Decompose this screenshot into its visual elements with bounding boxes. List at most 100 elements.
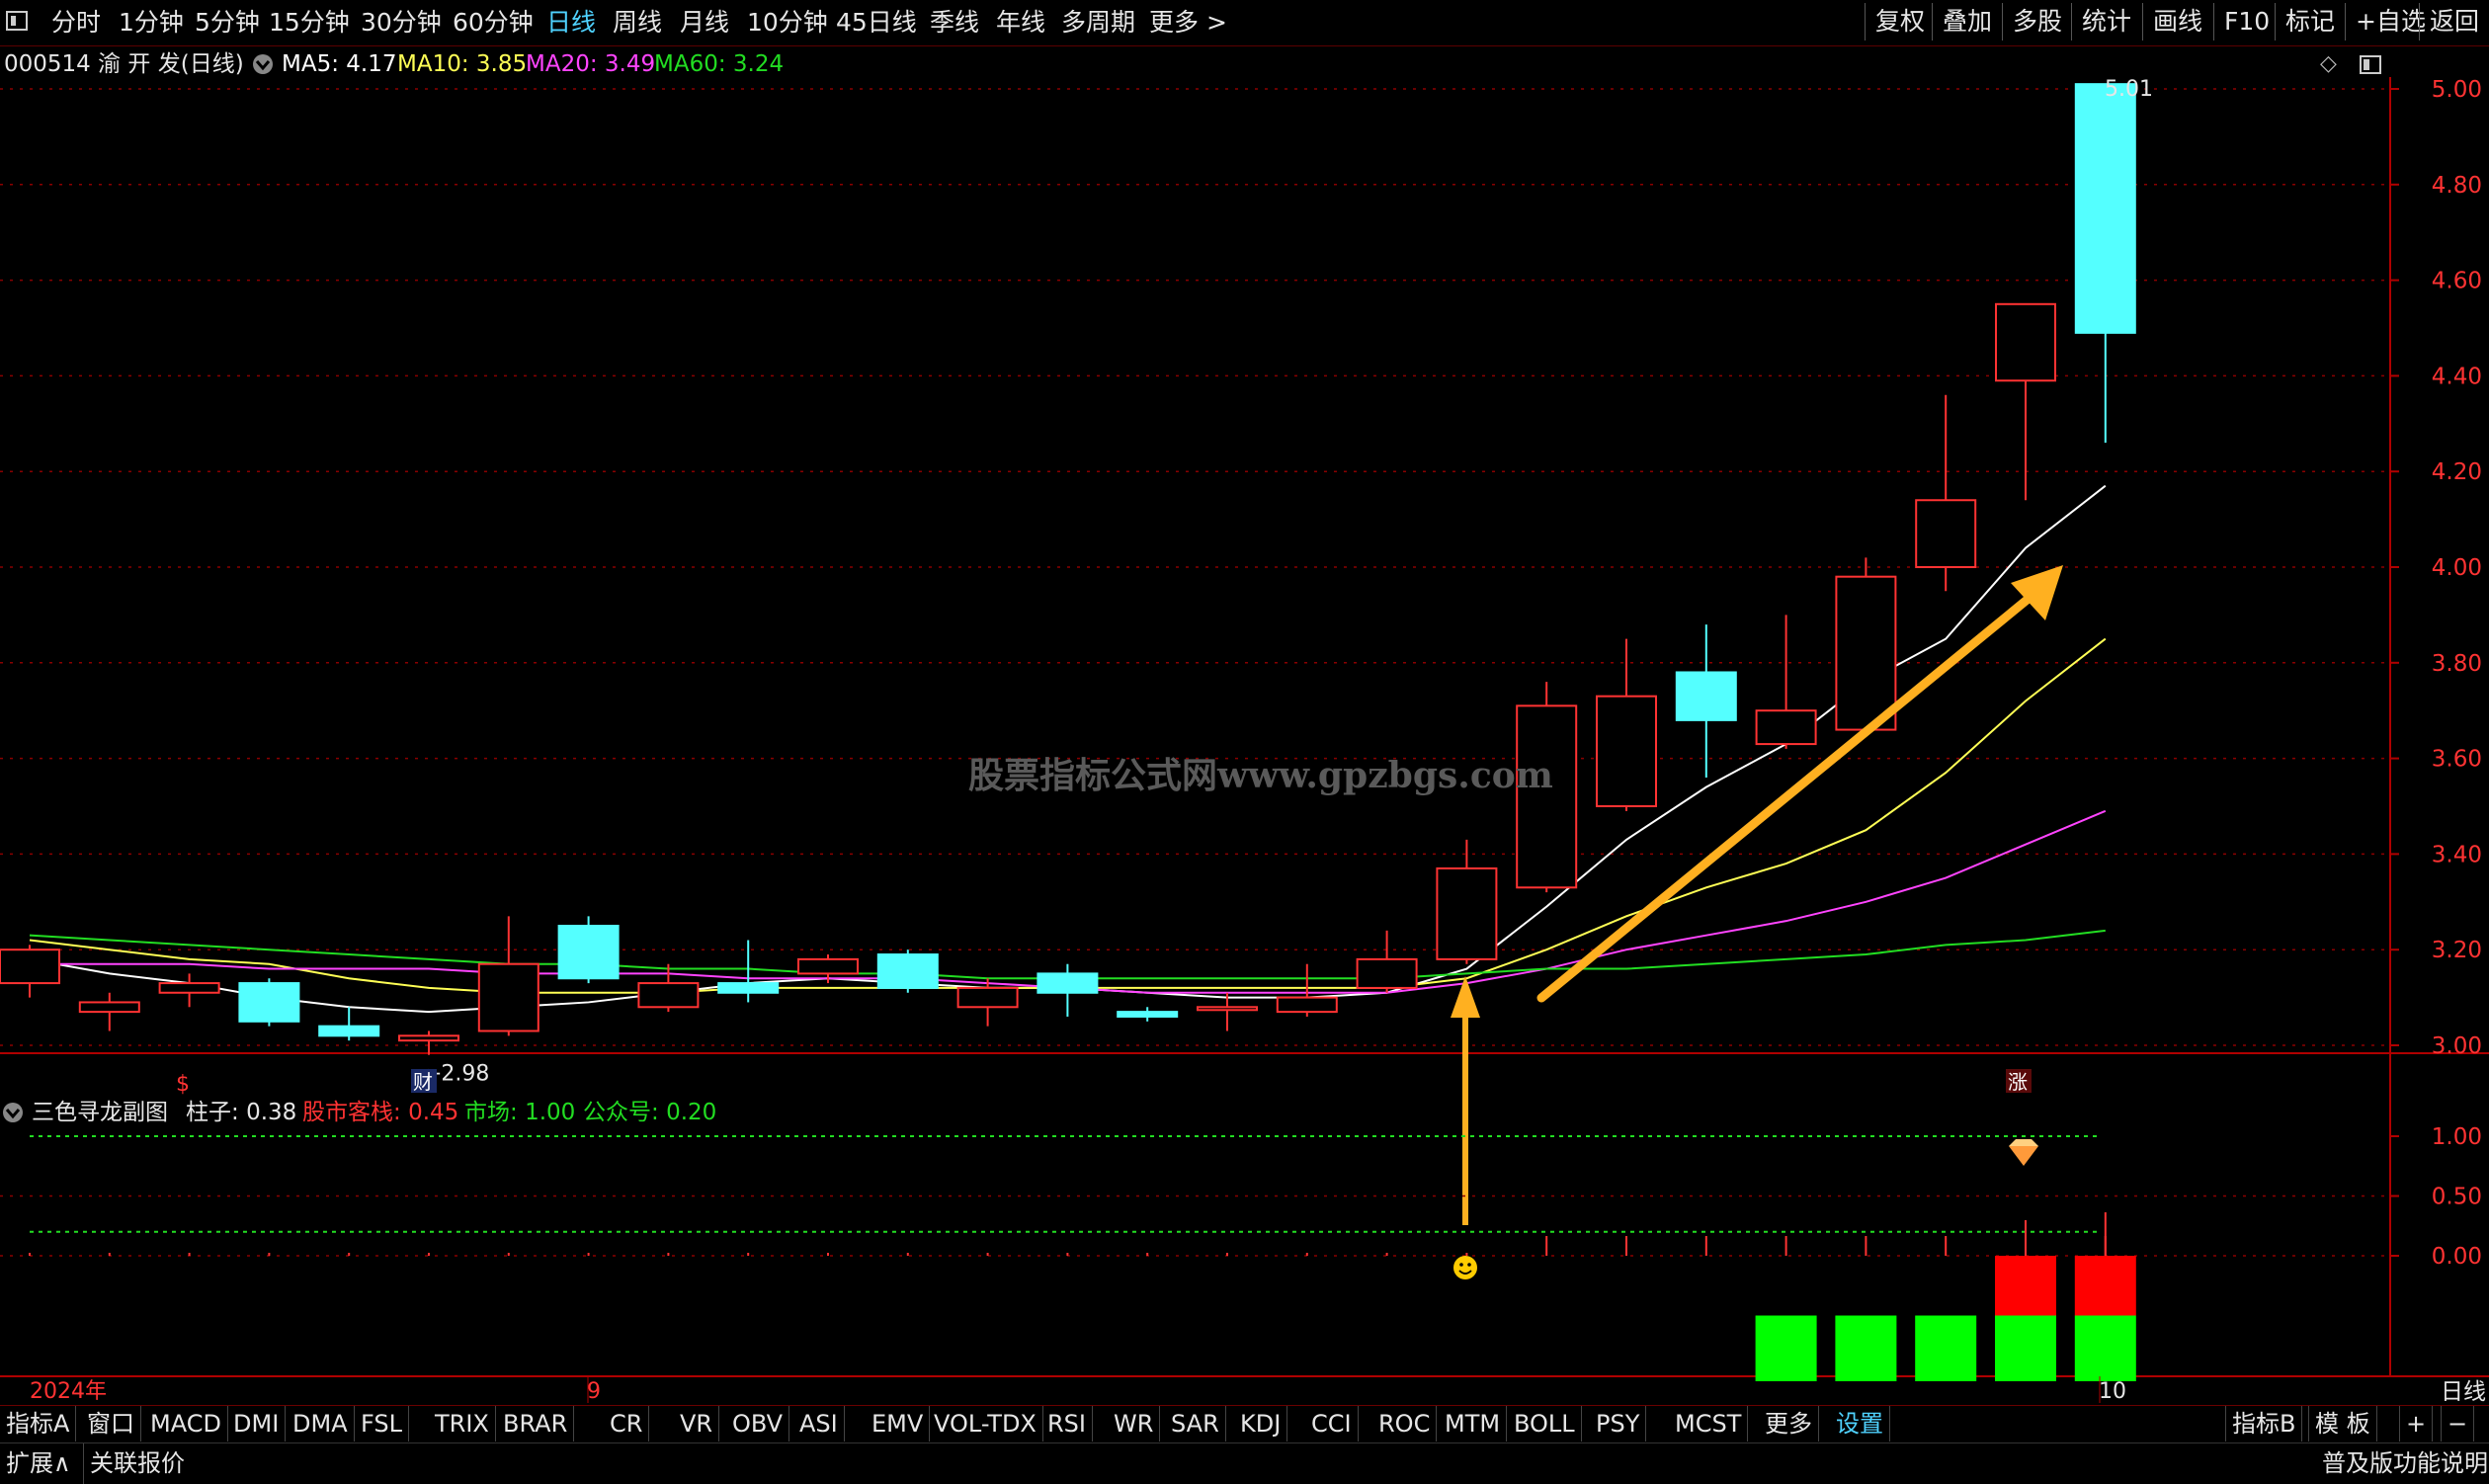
price-tick-label: 3.40 [2432, 842, 2482, 867]
period-tab-7[interactable]: 周线 [613, 4, 662, 41]
indicator-tab-12[interactable]: EMV [866, 1406, 931, 1442]
candle-body [557, 925, 620, 980]
indicator-tab-24[interactable]: 更多 [1759, 1406, 1819, 1442]
candle-body [1995, 302, 2056, 382]
period-tab-1[interactable]: 1分钟 [119, 4, 184, 41]
toolbar-button-5[interactable]: F10 [2213, 3, 2280, 41]
indicator-tab-2[interactable]: MACD [144, 1406, 228, 1442]
candle-body [1436, 866, 1498, 960]
candle-body [78, 1001, 140, 1014]
high-price-label: 5.01 [2105, 77, 2153, 102]
indicator-tab-1[interactable]: 窗口 [81, 1406, 141, 1442]
candle-body [876, 953, 939, 989]
shichang-label: 市场: 1.00 [464, 1100, 576, 1125]
candle-body [1915, 499, 1977, 568]
period-tab-4[interactable]: 30分钟 [361, 4, 442, 41]
indicator-tab-11[interactable]: ASI [793, 1406, 845, 1442]
edition-info-link[interactable]: 普及版功能说明 [2322, 1443, 2488, 1484]
ma20-label: MA20: 3.49 [526, 51, 656, 77]
indicator-tab-13[interactable]: VOL-TDX [928, 1406, 1043, 1442]
candle-body [956, 986, 1019, 1009]
period-tab-11[interactable]: 季线 [930, 4, 979, 41]
diamond-icon[interactable]: ◇ [2320, 47, 2337, 81]
indicator-tab-7[interactable]: BRAR [497, 1406, 575, 1442]
sub-red-bar [1995, 1256, 2056, 1316]
indicator-tab-3[interactable]: DMI [227, 1406, 287, 1442]
candle-body [1675, 671, 1737, 721]
candle-body [1117, 1011, 1179, 1018]
price-tick-label: 4.00 [2432, 555, 2482, 581]
indicator-tab-21[interactable]: BOLL [1508, 1406, 1582, 1442]
indicator-tab-6[interactable]: TRIX [429, 1406, 496, 1442]
bottom-right-button-1[interactable]: 模 板 [2308, 1406, 2377, 1442]
indicator-tab-4[interactable]: DMA [287, 1406, 355, 1442]
status-bar: 扩展∧ 关联报价 普及版功能说明 [0, 1443, 2489, 1484]
period-toolbar: 分时 1分钟 5分钟 15分钟 30分钟 60分钟 日线 周线 月线 10分钟 45日线 季线 年线 多周… [0, 0, 2489, 46]
bottom-right-button-3[interactable]: − [2441, 1406, 2475, 1442]
indicator-tab-8[interactable]: CR [604, 1406, 650, 1442]
panel-toggle-icon[interactable] [2359, 47, 2384, 81]
ma10-label: MA10: 3.85 [397, 51, 528, 77]
price-tick-label: 5.00 [2432, 77, 2482, 103]
related-quote-button[interactable]: 关联报价 [83, 1443, 185, 1484]
sub-dropdown-icon[interactable] [0, 1095, 26, 1130]
bottom-right-button-0[interactable]: 指标B [2225, 1406, 2303, 1442]
sub-axis-label: 0.00 [2432, 1244, 2482, 1270]
toolbar-button-4[interactable]: 画线 [2142, 3, 2212, 41]
indicator-tab-18[interactable]: CCI [1305, 1406, 1359, 1442]
period-tab-2[interactable]: 5分钟 [195, 4, 260, 41]
indicator-tab-0[interactable]: 指标A [0, 1406, 77, 1442]
candle-body [717, 982, 780, 994]
indicator-tab-20[interactable]: MTM [1439, 1406, 1508, 1442]
period-tab-5[interactable]: 60分钟 [453, 4, 534, 41]
period-tab-14[interactable]: 更多 > [1149, 4, 1227, 41]
indicator-tab-23[interactable]: MCST [1669, 1406, 1749, 1442]
candle-body [1835, 575, 1897, 731]
candle-body [637, 982, 700, 1009]
period-tab-12[interactable]: 年线 [996, 4, 1045, 41]
indicator-tab-19[interactable]: ROC [1372, 1406, 1438, 1442]
candle-body [1755, 709, 1817, 746]
indicator-tab-16[interactable]: SAR [1165, 1406, 1226, 1442]
bottom-right-button-2[interactable]: + [2399, 1406, 2434, 1442]
toolbar-button-6[interactable]: 标记 [2275, 3, 2345, 41]
period-tab-9[interactable]: 10分钟 [747, 4, 828, 41]
candle-body [1037, 972, 1099, 994]
candle-body [2074, 83, 2136, 334]
period-tab-6[interactable]: 日线 [546, 4, 596, 41]
indicator-tab-17[interactable]: KDJ [1234, 1406, 1288, 1442]
toolbar-button-0[interactable]: 复权 [1865, 3, 1935, 41]
sub-red-bar [2074, 1256, 2136, 1316]
indicator-tab-15[interactable]: WR [1108, 1406, 1161, 1442]
indicator-tab-5[interactable]: FSL [355, 1406, 409, 1442]
price-tick-label: 4.80 [2432, 173, 2482, 199]
sub-green-bar [1995, 1315, 2056, 1381]
period-tab-8[interactable]: 月线 [680, 4, 729, 41]
sub-green-bar [1755, 1315, 1817, 1381]
smiley-icon [1453, 1256, 1477, 1279]
diamond-icon [2009, 1146, 2038, 1166]
sub-chart-title: 三色寻龙副图 [32, 1100, 168, 1125]
expand-button[interactable]: 扩展∧ [6, 1443, 71, 1484]
toolbar-button-1[interactable]: 叠加 [1932, 3, 2002, 41]
toolbar-button-8[interactable]: 返回 [2419, 3, 2489, 41]
stock-name: 000514 渝 开 发(日线) [4, 51, 244, 77]
indicator-tab-10[interactable]: OBV [726, 1406, 790, 1442]
candle-body [1197, 1006, 1258, 1012]
toolbar-menu-icon[interactable] [6, 11, 28, 31]
watermark: 股票指标公式网www.gpzbgs.com [968, 755, 1553, 796]
indicator-tab-22[interactable]: PSY [1590, 1406, 1647, 1442]
toolbar-button-3[interactable]: 统计 [2071, 3, 2141, 41]
indicator-tab-25[interactable]: 设置 [1830, 1406, 1890, 1442]
period-tab-3[interactable]: 15分钟 [269, 4, 350, 41]
period-tab-10[interactable]: 45日线 [836, 4, 917, 41]
candle-body [1596, 695, 1657, 807]
ma-dropdown-icon[interactable] [251, 47, 275, 81]
indicator-tab-14[interactable]: RSI [1041, 1406, 1093, 1442]
indicator-tab-9[interactable]: VR [674, 1406, 720, 1442]
price-tick-label: 4.20 [2432, 459, 2482, 485]
toolbar-button-2[interactable]: 多股 [2002, 3, 2072, 41]
gushi-label: 股市客栈: 0.45 [302, 1100, 459, 1125]
period-tab-13[interactable]: 多周期 [1061, 4, 1135, 41]
period-tab-0[interactable]: 分时 [51, 4, 101, 41]
